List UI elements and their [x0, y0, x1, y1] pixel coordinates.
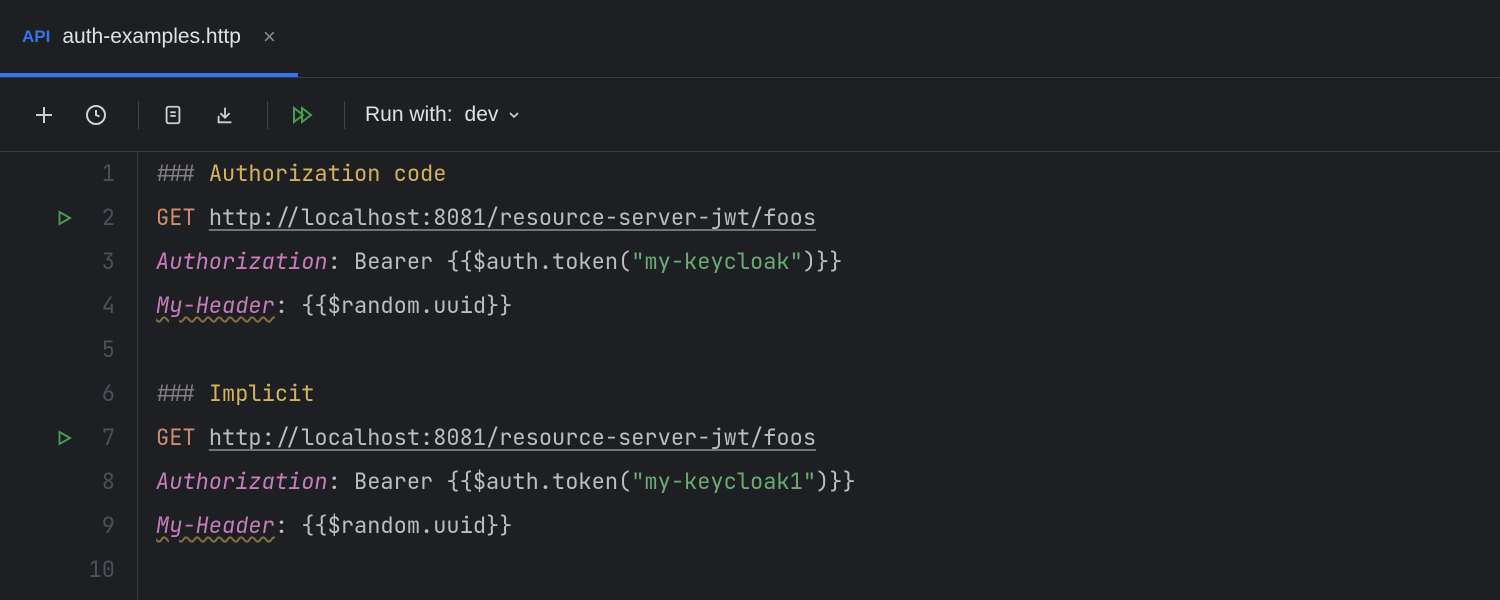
- gutter-line: 5: [0, 328, 137, 372]
- gutter-line: 1: [0, 152, 137, 196]
- code-line: Authorization: Bearer {{$auth.token("my-…: [156, 460, 856, 504]
- code-line: [156, 328, 856, 372]
- clock-icon: [84, 103, 108, 127]
- gutter-line: 10: [0, 548, 137, 592]
- tab-bar: API auth-examples.http ×: [0, 0, 1500, 78]
- document-icon: [162, 104, 184, 126]
- chevron-down-icon: [506, 107, 522, 123]
- code-line: Authorization: Bearer {{$auth.token("my-…: [156, 240, 856, 284]
- gutter-line: 2: [0, 196, 137, 240]
- environment-dropdown[interactable]: dev: [465, 103, 523, 127]
- code-line: My-Header: {{$random.uuid}}: [156, 504, 856, 548]
- gutter-line: 8: [0, 460, 137, 504]
- play-icon: [55, 429, 73, 447]
- run-request-button[interactable]: [55, 209, 73, 227]
- environment-value: dev: [465, 103, 499, 127]
- play-icon: [55, 209, 73, 227]
- code-line: ### Authorization code: [156, 152, 856, 196]
- code-line: ### Implicit: [156, 372, 856, 416]
- code-line: GET http://localhost:8081/resource-serve…: [156, 196, 856, 240]
- run-all-icon: [290, 103, 314, 127]
- import-icon: [214, 104, 236, 126]
- code-line: GET http://localhost:8081/resource-serve…: [156, 416, 856, 460]
- editor: 1 2 3 4 5 6 7 8 9 10 ### Authorization c…: [0, 152, 1500, 600]
- code-line: My-Header: {{$random.uuid}}: [156, 284, 856, 328]
- add-button[interactable]: [22, 93, 66, 137]
- plus-icon: [32, 103, 56, 127]
- gutter-line: 6: [0, 372, 137, 416]
- close-icon[interactable]: ×: [263, 26, 276, 48]
- import-button[interactable]: [203, 93, 247, 137]
- gutter-line: 4: [0, 284, 137, 328]
- separator: [138, 101, 139, 129]
- gutter-line: 9: [0, 504, 137, 548]
- toolbar: Run with: dev: [0, 78, 1500, 152]
- run-all-button[interactable]: [280, 93, 324, 137]
- gutter: 1 2 3 4 5 6 7 8 9 10: [0, 152, 138, 600]
- gutter-line: 7: [0, 416, 137, 460]
- code-area[interactable]: ### Authorization code GET http://localh…: [138, 152, 856, 600]
- run-request-button[interactable]: [55, 429, 73, 447]
- examples-button[interactable]: [151, 93, 195, 137]
- code-line: [156, 548, 856, 592]
- run-with: Run with: dev: [365, 103, 522, 127]
- tab-filename: auth-examples.http: [62, 25, 241, 49]
- separator: [344, 101, 345, 129]
- history-button[interactable]: [74, 93, 118, 137]
- tab-api-badge: API: [22, 27, 50, 47]
- tab-active[interactable]: API auth-examples.http ×: [0, 0, 298, 77]
- run-with-label: Run with:: [365, 103, 453, 127]
- separator: [267, 101, 268, 129]
- gutter-line: 3: [0, 240, 137, 284]
